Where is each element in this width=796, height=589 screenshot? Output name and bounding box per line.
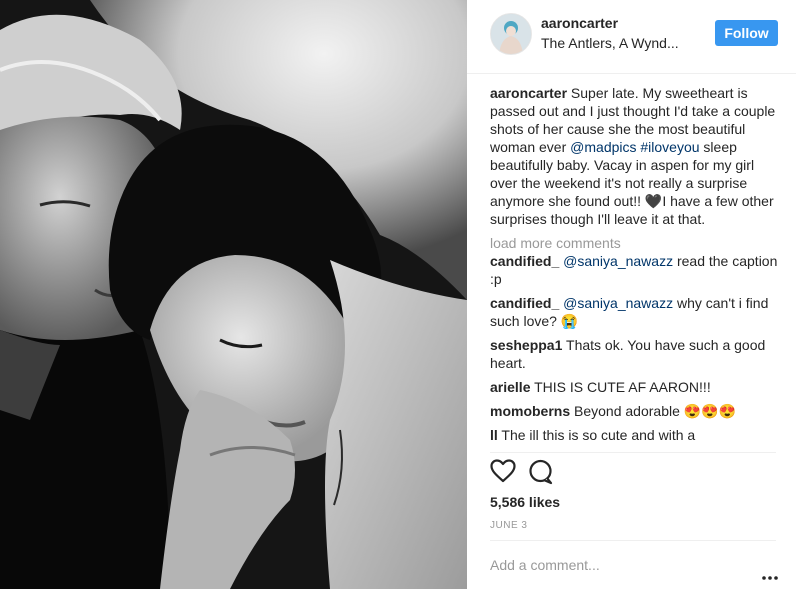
comment-mention[interactable]: @saniya_nawazz	[563, 295, 673, 311]
comment-item: momoberns Beyond adorable 😍😍😍	[490, 402, 780, 420]
load-more-comments-link[interactable]: load more comments	[490, 234, 780, 252]
caption-hashtag[interactable]: #iloveyou	[640, 139, 699, 155]
header-username[interactable]: aaroncarter	[541, 15, 618, 31]
comment-item: arielle THIS IS CUTE AF AARON!!!	[490, 378, 780, 396]
comment-text: Beyond adorable 😍😍😍	[570, 403, 737, 419]
comment-username[interactable]: arielle	[490, 379, 530, 395]
comment-list: candified_ @saniya_nawazz read the capti…	[490, 252, 780, 444]
comment-username[interactable]: candified_	[490, 295, 559, 311]
divider	[490, 540, 776, 541]
header-location[interactable]: The Antlers, A Wynd...	[541, 35, 679, 51]
sleeping-couple-photo	[0, 0, 467, 589]
add-comment-input[interactable]: Add a comment...	[490, 557, 600, 573]
comment-text: THIS IS CUTE AF AARON!!!	[530, 379, 711, 395]
comment-item: candified_ @saniya_nawazz why can't i fi…	[490, 294, 780, 330]
divider	[490, 452, 776, 453]
scroll-fade	[490, 440, 780, 450]
more-options-icon[interactable]	[762, 567, 778, 585]
comments-section[interactable]: aaroncarter Super late. My sweetheart is…	[490, 84, 780, 450]
heart-icon[interactable]	[490, 459, 516, 488]
follow-button[interactable]: Follow	[715, 20, 778, 46]
caption: aaroncarter Super late. My sweetheart is…	[490, 84, 780, 228]
post-side-panel: aaroncarter The Antlers, A Wynd... Follo…	[467, 0, 796, 589]
post-date[interactable]: JUNE 3	[490, 520, 527, 531]
black-heart-emoji: 🖤	[644, 193, 663, 209]
avatar[interactable]	[490, 13, 532, 55]
caption-mention[interactable]: @madpics	[570, 139, 636, 155]
comment-mention[interactable]: @saniya_nawazz	[563, 253, 673, 269]
likes-count[interactable]: 5,586 likes	[490, 494, 560, 510]
comment-username[interactable]: momoberns	[490, 403, 570, 419]
comment-username[interactable]: candified_	[490, 253, 559, 269]
comment-username[interactable]: sesheppa1	[490, 337, 562, 353]
post-header: aaroncarter The Antlers, A Wynd... Follo…	[467, 0, 796, 74]
post-photo[interactable]	[0, 0, 467, 589]
caption-username[interactable]: aaroncarter	[490, 85, 567, 101]
comment-icon[interactable]	[528, 459, 554, 490]
comment-item: sesheppa1 Thats ok. You have such a good…	[490, 336, 780, 372]
comment-item: candified_ @saniya_nawazz read the capti…	[490, 252, 780, 288]
